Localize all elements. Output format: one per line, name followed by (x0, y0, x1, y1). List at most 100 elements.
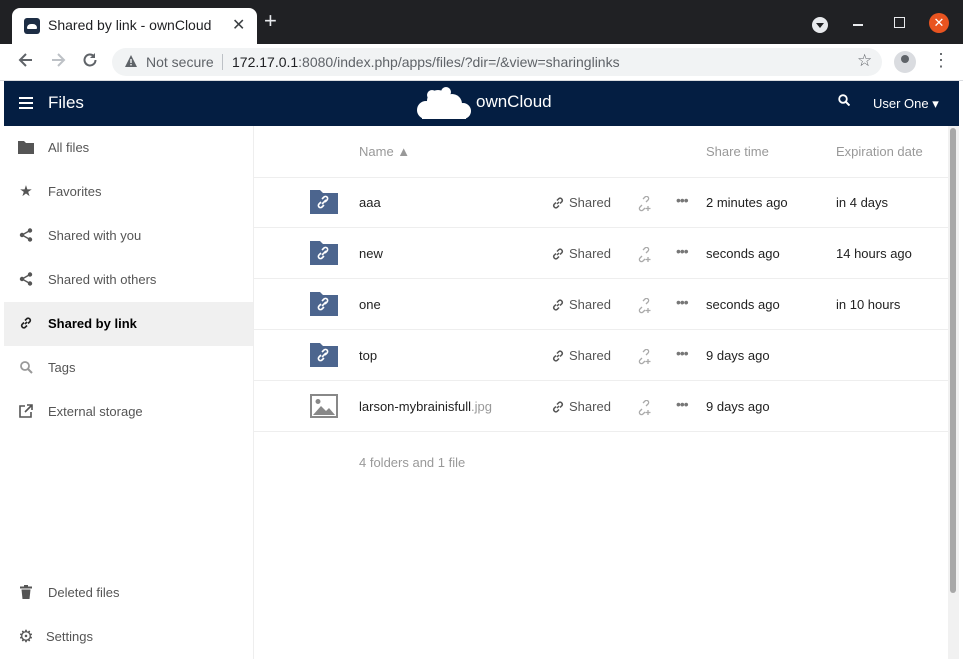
new-tab-button[interactable]: + (264, 10, 277, 32)
share-time: 9 days ago (706, 348, 770, 363)
security-label[interactable]: Not secure (146, 54, 214, 70)
minimize-button[interactable] (853, 24, 863, 26)
more-actions-icon[interactable]: ••• (676, 294, 689, 310)
sidebar: All files ★ Favorites Shared with you Sh… (4, 126, 254, 659)
sidebar-item-deleted-files[interactable]: Deleted files (4, 571, 253, 615)
more-actions-icon[interactable]: ••• (676, 243, 689, 259)
warning-icon[interactable] (124, 54, 138, 71)
brand-name: ownCloud (476, 92, 552, 111)
owncloud-header: Files ownCloud User One ▾ (4, 81, 959, 126)
table-row[interactable]: top Shared ••• 9 days ago (254, 330, 948, 381)
more-actions-icon[interactable]: ••• (676, 192, 689, 208)
link-icon (18, 316, 34, 332)
shared-folder-icon[interactable] (310, 292, 338, 316)
file-name[interactable]: aaa (359, 195, 381, 210)
expiration-date: in 4 days (836, 195, 889, 210)
tab-search-icon[interactable] (812, 17, 828, 33)
file-summary: 4 folders and 1 file (359, 455, 466, 470)
share-status[interactable]: Shared (569, 348, 611, 363)
share-status[interactable]: Shared (569, 399, 611, 414)
file-name[interactable]: larson-mybrainisfull.jpg (359, 399, 492, 414)
tab-close-icon[interactable]: ✕ (232, 15, 245, 35)
file-name[interactable]: one (359, 297, 381, 312)
expiration-date: 14 hours ago (836, 246, 912, 261)
user-menu[interactable]: User One ▾ (873, 96, 939, 112)
add-link-icon[interactable] (637, 349, 653, 365)
sidebar-item-shared-with-you[interactable]: Shared with you (4, 214, 253, 258)
shared-folder-icon[interactable] (310, 241, 338, 265)
file-list: Name ▲ Share time Expiration date aaa Sh… (254, 126, 948, 659)
tab-title: Shared by link - ownCloud (48, 17, 212, 33)
sidebar-item-label: All files (48, 140, 90, 155)
file-name[interactable]: new (359, 246, 383, 261)
back-arrow-icon[interactable] (17, 51, 35, 74)
file-name[interactable]: top (359, 348, 377, 363)
column-share-time-header[interactable]: Share time (706, 144, 769, 159)
tab-strip: Shared by link - ownCloud ✕ + ✕ (0, 0, 963, 44)
link-icon[interactable] (551, 400, 565, 414)
scrollbar[interactable] (948, 126, 959, 659)
address-bar[interactable]: Not secure 172.17.0.1:8080/index.php/app… (112, 48, 882, 76)
add-link-icon[interactable] (637, 247, 653, 263)
owncloud-logo-icon[interactable] (412, 86, 474, 122)
link-icon[interactable] (551, 247, 565, 261)
share-status[interactable]: Shared (569, 195, 611, 210)
sidebar-item-settings[interactable]: ⚙ Settings (4, 615, 253, 659)
maximize-button[interactable] (894, 17, 905, 28)
shared-folder-icon[interactable] (310, 190, 338, 214)
image-file-icon[interactable] (310, 394, 338, 418)
file-basename: larson-mybrainisfull (359, 399, 471, 414)
link-icon[interactable] (551, 196, 565, 210)
share-time: 9 days ago (706, 399, 770, 414)
table-row[interactable]: one Shared ••• seconds ago in 10 hours (254, 279, 948, 330)
sidebar-item-tags[interactable]: Tags (4, 346, 253, 390)
sidebar-item-label: Tags (48, 360, 76, 375)
window-close-button[interactable]: ✕ (929, 13, 949, 33)
bookmark-star-icon[interactable]: ☆ (857, 51, 872, 71)
sidebar-item-label: Shared with you (48, 228, 142, 243)
search-icon[interactable] (838, 94, 850, 106)
sidebar-item-label: Favorites (48, 184, 102, 199)
add-link-icon[interactable] (637, 298, 653, 314)
add-link-icon[interactable] (637, 400, 653, 416)
url-text[interactable]: 172.17.0.1:8080/index.php/apps/files/?di… (232, 54, 620, 70)
more-actions-icon[interactable]: ••• (676, 345, 689, 361)
column-name-header[interactable]: Name ▲ (359, 144, 410, 159)
sidebar-item-all-files[interactable]: All files (4, 126, 253, 170)
hamburger-menu-icon[interactable] (19, 97, 33, 99)
sidebar-item-shared-with-others[interactable]: Shared with others (4, 258, 253, 302)
share-time: seconds ago (706, 297, 780, 312)
forward-arrow-icon[interactable] (49, 51, 67, 74)
file-basename: one (359, 297, 381, 312)
file-extension: .jpg (470, 399, 492, 414)
url-host: 172.17.0.1 (232, 54, 299, 70)
share-status[interactable]: Shared (569, 246, 611, 261)
share-status[interactable]: Shared (569, 297, 611, 312)
sidebar-item-favorites[interactable]: ★ Favorites (4, 170, 253, 214)
sidebar-item-shared-by-link[interactable]: Shared by link (4, 302, 253, 346)
reload-icon[interactable] (81, 51, 99, 74)
table-row[interactable]: new Shared ••• seconds ago 14 hours ago (254, 228, 948, 279)
sidebar-item-label: External storage (48, 404, 143, 419)
external-link-icon (18, 404, 34, 420)
file-basename: aaa (359, 195, 381, 210)
browser-menu-icon[interactable]: ⋮ (932, 50, 950, 71)
app-title[interactable]: Files (48, 93, 84, 113)
share-icon (18, 272, 34, 288)
sidebar-item-external-storage[interactable]: External storage (4, 390, 253, 434)
table-row[interactable]: larson-mybrainisfull.jpg Shared ••• 9 da… (254, 381, 948, 432)
column-expiration-header[interactable]: Expiration date (836, 144, 923, 159)
file-list-header: Name ▲ Share time Expiration date (254, 126, 948, 178)
more-actions-icon[interactable]: ••• (676, 396, 689, 412)
scrollbar-thumb[interactable] (950, 128, 956, 593)
folder-icon (18, 140, 34, 156)
link-icon[interactable] (551, 298, 565, 312)
table-row[interactable]: aaa Shared ••• 2 minutes ago in 4 days (254, 177, 948, 228)
star-icon: ★ (19, 183, 33, 200)
browser-toolbar: Not secure 172.17.0.1:8080/index.php/app… (0, 44, 963, 81)
shared-folder-icon[interactable] (310, 343, 338, 367)
profile-avatar-icon[interactable] (894, 51, 916, 73)
browser-tab[interactable]: Shared by link - ownCloud ✕ (12, 8, 257, 44)
add-link-icon[interactable] (637, 196, 653, 212)
link-icon[interactable] (551, 349, 565, 363)
